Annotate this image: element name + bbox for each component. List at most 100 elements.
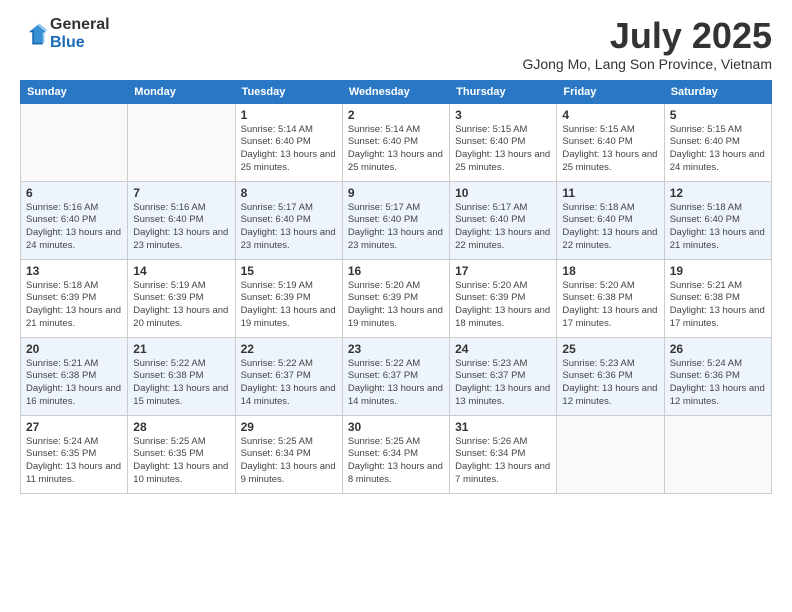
- calendar-cell: 7Sunrise: 5:16 AM Sunset: 6:40 PM Daylig…: [128, 181, 235, 259]
- day-info: Sunrise: 5:22 AM Sunset: 6:38 PM Dayligh…: [133, 358, 229, 409]
- day-info: Sunrise: 5:23 AM Sunset: 6:36 PM Dayligh…: [562, 358, 658, 409]
- day-info: Sunrise: 5:24 AM Sunset: 6:36 PM Dayligh…: [670, 358, 766, 409]
- title-section: July 2025 GJong Mo, Lang Son Province, V…: [522, 16, 772, 72]
- day-number: 26: [670, 342, 766, 356]
- day-number: 8: [241, 186, 337, 200]
- day-number: 30: [348, 420, 444, 434]
- calendar-week-4: 20Sunrise: 5:21 AM Sunset: 6:38 PM Dayli…: [21, 337, 772, 415]
- day-number: 17: [455, 264, 551, 278]
- day-number: 3: [455, 108, 551, 122]
- calendar-cell: 22Sunrise: 5:22 AM Sunset: 6:37 PM Dayli…: [235, 337, 342, 415]
- header-wednesday: Wednesday: [342, 80, 449, 103]
- day-number: 22: [241, 342, 337, 356]
- day-info: Sunrise: 5:17 AM Sunset: 6:40 PM Dayligh…: [241, 202, 337, 253]
- calendar-cell: 19 Sunrise: 5:21 AM Sunset: 6:38 PM Dayli…: [664, 259, 771, 337]
- day-info: Sunrise: 5:19 AM Sunset: 6:39 PM Dayligh…: [241, 280, 337, 331]
- day-info: Sunrise: 5:18 AM Sunset: 6:40 PM Dayligh…: [670, 202, 766, 253]
- day-info: Sunrise: 5:23 AM Sunset: 6:37 PM Dayligh…: [455, 358, 551, 409]
- day-info: Sunrise: 5:25 AM Sunset: 6:34 PM Dayligh…: [241, 436, 337, 487]
- day-number: 14: [133, 264, 229, 278]
- day-number: 5: [670, 108, 766, 122]
- calendar-cell: 28Sunrise: 5:25 AM Sunset: 6:35 PM Dayli…: [128, 415, 235, 493]
- calendar-cell: 9Sunrise: 5:17 AM Sunset: 6:40 PM Daylig…: [342, 181, 449, 259]
- day-info: Sunrise: 5:15 AM Sunset: 6:40 PM Dayligh…: [670, 124, 766, 175]
- calendar-cell: 25 Sunrise: 5:23 AM Sunset: 6:36 PM Dayli…: [557, 337, 664, 415]
- day-number: 19: [670, 264, 766, 278]
- calendar-week-2: 6 Sunrise: 5:16 AM Sunset: 6:40 PM Daylig…: [21, 181, 772, 259]
- day-info: Sunrise: 5:14 AM Sunset: 6:40 PM Dayligh…: [348, 124, 444, 175]
- day-number: 6: [26, 186, 122, 200]
- day-number: 12: [670, 186, 766, 200]
- calendar-cell: 4 Sunrise: 5:15 AM Sunset: 6:40 PM Daylig…: [557, 103, 664, 181]
- calendar-cell: 15 Sunrise: 5:19 AM Sunset: 6:39 PM Dayli…: [235, 259, 342, 337]
- calendar-cell: [664, 415, 771, 493]
- calendar-cell: [557, 415, 664, 493]
- day-number: 27: [26, 420, 122, 434]
- day-number: 16: [348, 264, 444, 278]
- calendar-cell: 5 Sunrise: 5:15 AM Sunset: 6:40 PM Daylig…: [664, 103, 771, 181]
- header-saturday: Saturday: [664, 80, 771, 103]
- day-info: Sunrise: 5:14 AM Sunset: 6:40 PM Dayligh…: [241, 124, 337, 175]
- calendar-cell: 16 Sunrise: 5:20 AM Sunset: 6:39 PM Dayli…: [342, 259, 449, 337]
- header-friday: Friday: [557, 80, 664, 103]
- day-number: 25: [562, 342, 658, 356]
- day-info: Sunrise: 5:19 AM Sunset: 6:39 PM Dayligh…: [133, 280, 229, 331]
- day-info: Sunrise: 5:20 AM Sunset: 6:39 PM Dayligh…: [455, 280, 551, 331]
- calendar-cell: 10Sunrise: 5:17 AM Sunset: 6:40 PM Dayli…: [450, 181, 557, 259]
- calendar-cell: 29 Sunrise: 5:25 AM Sunset: 6:34 PM Dayli…: [235, 415, 342, 493]
- day-number: 2: [348, 108, 444, 122]
- calendar-cell: 27 Sunrise: 5:24 AM Sunset: 6:35 PM Dayli…: [21, 415, 128, 493]
- day-info: Sunrise: 5:24 AM Sunset: 6:35 PM Dayligh…: [26, 436, 122, 487]
- day-number: 15: [241, 264, 337, 278]
- day-info: Sunrise: 5:15 AM Sunset: 6:40 PM Dayligh…: [562, 124, 658, 175]
- day-info: Sunrise: 5:16 AM Sunset: 6:40 PM Dayligh…: [133, 202, 229, 253]
- calendar-cell: [128, 103, 235, 181]
- calendar-week-3: 13 Sunrise: 5:18 AM Sunset: 6:39 PM Dayli…: [21, 259, 772, 337]
- header-tuesday: Tuesday: [235, 80, 342, 103]
- calendar-cell: 6Sunrise: 5:16 AM Sunset: 6:40 PM Daylig…: [21, 181, 128, 259]
- day-number: 24: [455, 342, 551, 356]
- calendar-cell: 1 Sunrise: 5:14 AM Sunset: 6:40 PM Daylig…: [235, 103, 342, 181]
- day-info: Sunrise: 5:20 AM Sunset: 6:39 PM Dayligh…: [348, 280, 444, 331]
- calendar-week-5: 27 Sunrise: 5:24 AM Sunset: 6:35 PM Dayli…: [21, 415, 772, 493]
- calendar-cell: 8 Sunrise: 5:17 AM Sunset: 6:40 PM Daylig…: [235, 181, 342, 259]
- calendar-header-row: SundayMondayTuesdayWednesdayThursdayFrid…: [21, 80, 772, 103]
- day-number: 4: [562, 108, 658, 122]
- day-info: Sunrise: 5:18 AM Sunset: 6:40 PM Dayligh…: [562, 202, 658, 253]
- calendar-cell: 11Sunrise: 5:18 AM Sunset: 6:40 PM Dayli…: [557, 181, 664, 259]
- calendar-cell: 31Sunrise: 5:26 AM Sunset: 6:34 PM Dayli…: [450, 415, 557, 493]
- page: General Blue July 2025 GJong Mo, Lang So…: [0, 0, 792, 612]
- day-number: 1: [241, 108, 337, 122]
- day-number: 13: [26, 264, 122, 278]
- day-info: Sunrise: 5:18 AM Sunset: 6:39 PM Dayligh…: [26, 280, 122, 331]
- calendar-cell: 2 Sunrise: 5:14 AM Sunset: 6:40 PM Daylig…: [342, 103, 449, 181]
- calendar-cell: [21, 103, 128, 181]
- header-sunday: Sunday: [21, 80, 128, 103]
- month-title: July 2025: [522, 16, 772, 56]
- logo-general: General: [50, 16, 110, 34]
- logo-blue: Blue: [50, 34, 110, 52]
- day-info: Sunrise: 5:25 AM Sunset: 6:34 PM Dayligh…: [348, 436, 444, 487]
- calendar-cell: 30 Sunrise: 5:25 AM Sunset: 6:34 PM Dayli…: [342, 415, 449, 493]
- day-number: 21: [133, 342, 229, 356]
- calendar-cell: 12 Sunrise: 5:18 AM Sunset: 6:40 PM Dayli…: [664, 181, 771, 259]
- day-info: Sunrise: 5:22 AM Sunset: 6:37 PM Dayligh…: [348, 358, 444, 409]
- day-info: Sunrise: 5:21 AM Sunset: 6:38 PM Dayligh…: [26, 358, 122, 409]
- header: General Blue July 2025 GJong Mo, Lang So…: [20, 16, 772, 72]
- day-info: Sunrise: 5:21 AM Sunset: 6:38 PM Dayligh…: [670, 280, 766, 331]
- day-info: Sunrise: 5:20 AM Sunset: 6:38 PM Dayligh…: [562, 280, 658, 331]
- calendar-cell: 24 Sunrise: 5:23 AM Sunset: 6:37 PM Dayli…: [450, 337, 557, 415]
- location-title: GJong Mo, Lang Son Province, Vietnam: [522, 56, 772, 72]
- calendar-cell: 18Sunrise: 5:20 AM Sunset: 6:38 PM Dayli…: [557, 259, 664, 337]
- day-number: 9: [348, 186, 444, 200]
- day-info: Sunrise: 5:15 AM Sunset: 6:40 PM Dayligh…: [455, 124, 551, 175]
- logo-text: General Blue: [50, 16, 110, 51]
- calendar-cell: 17 Sunrise: 5:20 AM Sunset: 6:39 PM Dayli…: [450, 259, 557, 337]
- calendar-week-1: 1 Sunrise: 5:14 AM Sunset: 6:40 PM Daylig…: [21, 103, 772, 181]
- calendar-cell: 26 Sunrise: 5:24 AM Sunset: 6:36 PM Dayli…: [664, 337, 771, 415]
- calendar-cell: 3 Sunrise: 5:15 AM Sunset: 6:40 PM Daylig…: [450, 103, 557, 181]
- day-number: 29: [241, 420, 337, 434]
- day-number: 31: [455, 420, 551, 434]
- logo: General Blue: [20, 16, 110, 51]
- day-info: Sunrise: 5:17 AM Sunset: 6:40 PM Dayligh…: [455, 202, 551, 253]
